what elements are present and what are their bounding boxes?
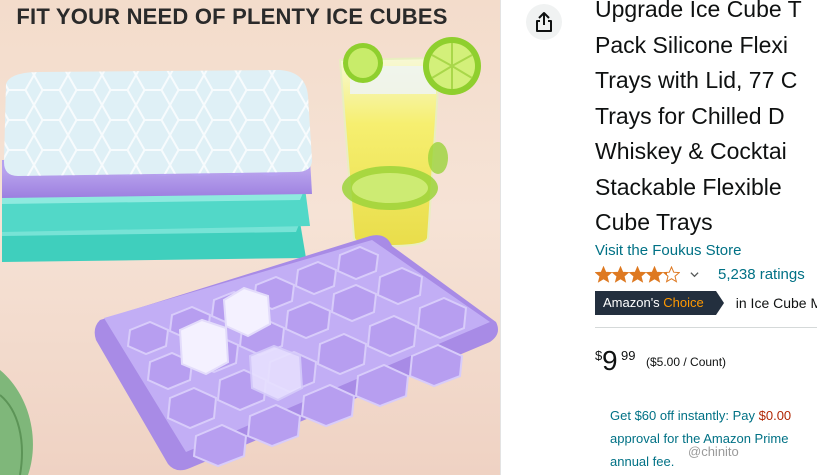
title-line: Cube Trays [595, 209, 713, 235]
ratings-count-link[interactable]: 5,238 ratings [718, 266, 805, 283]
price-fraction: 99 [621, 348, 636, 363]
store-link[interactable]: Visit the Foukus Store [595, 242, 741, 259]
column-divider [500, 0, 501, 475]
title-line: Trays with Lid, 77 C [595, 67, 798, 93]
promo-amount: $0.00 [758, 408, 792, 423]
rating-row: 5,238 ratings [595, 264, 805, 284]
unit-price: ($5.00 / Count) [646, 355, 727, 369]
product-title: Upgrade Ice Cube T Pack Silicone Flexi T… [595, 0, 817, 241]
badge-prefix: Amazon's [603, 295, 660, 310]
share-button[interactable] [526, 4, 562, 40]
title-line: Pack Silicone Flexi [595, 31, 789, 58]
star-icon [663, 265, 680, 283]
title-line: Upgrade Ice Cube T [595, 0, 802, 22]
badge-category: in Ice Cube M [735, 295, 817, 311]
title-line: Trays for Chilled D [595, 102, 785, 129]
chevron-down-icon[interactable] [690, 270, 699, 279]
star-icon [646, 265, 663, 283]
ice-tray-scene-illustration [0, 37, 499, 475]
title-line: Whiskey & Cocktai [595, 138, 787, 164]
star-rating[interactable] [595, 265, 680, 283]
prime-card-promo[interactable]: Get $60 off instantly: Pay $0.00 approva… [610, 404, 817, 473]
star-icon [629, 265, 646, 283]
share-icon [536, 12, 552, 32]
watermark: @chinito [688, 444, 739, 459]
amazons-choice-badge[interactable]: Amazon's Choice [595, 291, 724, 315]
section-divider [595, 327, 817, 328]
star-icon [612, 265, 629, 283]
promo-text: Get $60 off instantly: Pay [610, 408, 759, 423]
title-line: Stackable Flexible [595, 173, 782, 200]
star-icon [595, 265, 612, 283]
product-image[interactable]: FIT YOUR NEED OF PLENTY ICE CUBES [0, 0, 500, 475]
promo-line: Get $60 off instantly: Pay $0.00 [610, 404, 817, 427]
badge-accent: Choice [663, 295, 704, 310]
image-banner-text: FIT YOUR NEED OF PLENTY ICE CUBES [16, 4, 448, 29]
price-whole: 9 [602, 345, 618, 376]
amazons-choice-row: Amazon's Choice in Ice Cube M [595, 291, 817, 315]
